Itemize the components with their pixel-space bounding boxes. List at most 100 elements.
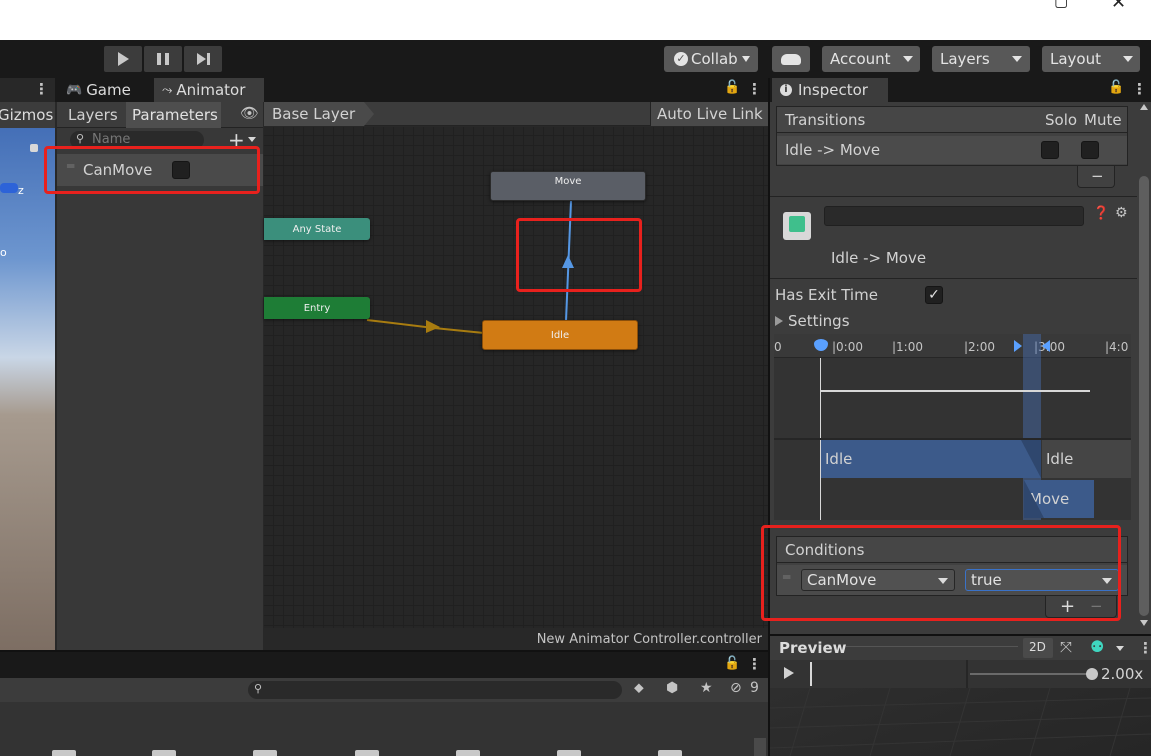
lock-icon [30,144,38,152]
mute-checkbox[interactable] [1081,141,1099,159]
project-search-input[interactable]: ⚲ [248,681,622,699]
transition-row[interactable]: Idle -> Move [777,136,1127,164]
filter-by-label-icon[interactable]: ⬢ [666,680,678,696]
preview-play-button[interactable] [784,667,794,679]
play-icon [117,52,129,66]
lock-icon[interactable]: 🔓 [1108,80,1124,95]
collab-dropdown[interactable]: ✓ Collab [664,46,758,72]
controller-path: New Animator Controller.controller [536,632,762,647]
hidden-packages-icon[interactable]: ⊘ [730,680,742,696]
speed-slider[interactable] [970,673,1088,675]
speed-slider-handle[interactable] [1086,668,1098,680]
pivot-icon[interactable]: ⤧ [1060,638,1072,656]
highlight-box [761,525,1121,621]
window-title-bar: ▢ ✕ [0,0,1151,40]
entry-transition-arrow [366,319,435,329]
project-toolbar: ⚲ ⬥ ⬢ ★ ⊘ 9 [0,678,768,702]
search-icon: ⚲ [254,682,263,695]
subtab-parameters[interactable]: Parameters [126,102,221,128]
timeline-ruler: 0 |0:00 |1:00 |2:00 |3:00 |4:0 [774,334,1131,358]
scene-gizmo-icon[interactable] [0,183,18,193]
state-any-state[interactable]: Any State [264,218,370,240]
filter-by-type-icon[interactable]: ⬥ [634,680,644,696]
eye-icon[interactable]: 👁 [240,104,259,122]
state-entry[interactable]: Entry [264,297,370,319]
project-menu-icon[interactable]: ⋮ [747,655,762,673]
auto-live-link-button[interactable]: Auto Live Link [650,102,768,126]
chevron-up-icon[interactable] [1140,104,1148,110]
chevron-down-icon[interactable] [248,137,256,142]
transitions-header: Transitions Solo Mute [776,106,1128,132]
breadcrumb[interactable]: Base Layer [264,102,364,126]
play-button[interactable] [104,46,142,72]
timeline-marker[interactable] [814,339,828,351]
transition-name-field[interactable] [824,206,1084,226]
state-move[interactable]: Move [490,171,646,201]
step-button[interactable] [184,46,222,72]
help-icon[interactable]: ❓ [1093,206,1109,221]
tab-animator[interactable]: ⤳ Animator [154,78,264,102]
favorites-icon[interactable]: ★ [700,680,713,696]
has-exit-time-checkbox[interactable]: ✓ [925,286,943,304]
lock-icon[interactable]: 🔓 [724,80,740,95]
info-icon: i [780,84,792,96]
scene-tab-bar: ⋮ [0,78,55,102]
account-dropdown[interactable]: Account [822,46,920,72]
transition-timeline[interactable]: 0 |0:00 |1:00 |2:00 |3:00 |4:0 Idle Idle… [774,334,1131,520]
preview-2d-toggle[interactable]: 2D [1023,638,1053,658]
project-tab-bar: 🔓 ⋮ [0,650,768,678]
transition-start-handle[interactable] [1014,340,1022,352]
step-icon [196,53,206,65]
chevron-down-icon[interactable] [1116,646,1124,651]
animator-status-bar: New Animator Controller.controller [264,628,768,650]
gamepad-icon: 🎮 [66,82,83,98]
scene-viewport[interactable]: z o [0,128,55,650]
preview-controls: 2.00x [770,660,1151,688]
inspector-scrollbar[interactable] [1137,102,1151,634]
layout-dropdown[interactable]: Layout [1042,46,1140,72]
animator-graph-canvas[interactable]: Move Any State Entry Idle [264,127,768,628]
restore-icon[interactable]: ▢ [1054,0,1068,10]
settings-foldout[interactable]: Settings [788,312,850,330]
transition-title: Idle -> Move [831,249,927,267]
animator-menu-icon[interactable]: ⋮ [747,80,762,98]
cloud-icon [781,53,801,65]
clip-idle-next[interactable]: Idle [1042,440,1131,478]
scene-menu-icon[interactable]: ⋮ [34,80,49,98]
close-icon[interactable]: ✕ [1111,0,1126,13]
hidden-count: 9 [750,680,759,696]
inspector-menu-icon[interactable]: ⋮ [1132,80,1147,98]
project-assets-area[interactable] [0,702,768,756]
remove-transition-button[interactable]: − [1077,166,1115,188]
transition-icon [783,212,811,240]
tab-game[interactable]: 🎮 Game [62,78,154,102]
subtab-layers[interactable]: Layers [68,106,118,124]
preview-menu-icon[interactable]: ⋮ [1138,639,1151,657]
layers-dropdown[interactable]: Layers [932,46,1030,72]
scrollbar-thumb[interactable] [1139,176,1149,616]
preview-scrubber[interactable] [810,662,812,686]
animator-icon: ⤳ [162,82,173,98]
avatar-icon[interactable]: ⚉ [1090,637,1104,656]
lock-icon[interactable]: 🔓 [724,656,740,671]
gizmos-button[interactable]: Gizmos [0,106,53,124]
scene-toolbar: Gizmos [0,102,55,128]
scrollbar[interactable] [754,738,766,756]
pause-button[interactable] [144,46,182,72]
solo-checkbox[interactable] [1041,141,1059,159]
tab-inspector[interactable]: i Inspector [772,78,888,102]
transition-arrows [366,200,574,334]
chevron-down-icon[interactable] [1140,620,1148,626]
highlight-box [516,218,642,292]
gear-icon[interactable]: ⚙ [1115,205,1128,221]
check-icon: ✓ [674,52,688,66]
search-icon: ⚲ [76,132,85,145]
cloud-button[interactable] [772,46,810,72]
transition-end-handle[interactable] [1042,340,1050,352]
preview-header: Preview 2D ⤧ ⚉ ⋮ [770,634,1151,660]
speed-value: 2.00x [1101,665,1144,683]
state-idle[interactable]: Idle [482,320,638,350]
preview-viewport[interactable] [770,688,1151,756]
chevron-right-icon[interactable] [775,316,783,326]
clip-idle-source[interactable]: Idle [821,440,1041,478]
